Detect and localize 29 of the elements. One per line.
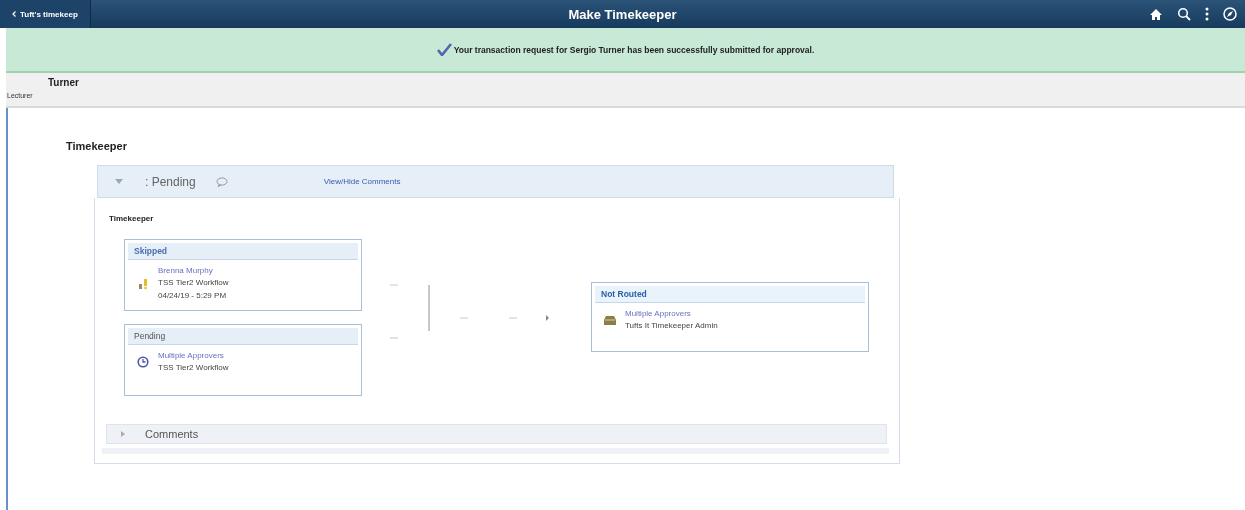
comment-icon: [215, 176, 228, 187]
more-icon[interactable]: [1205, 7, 1209, 21]
approval-label: Timekeeper: [109, 214, 155, 223]
checkmark-icon: [436, 43, 452, 56]
back-button[interactable]: Tuft's timekeep: [0, 0, 91, 28]
compass-icon[interactable]: [1223, 7, 1237, 21]
page-title: Make Timekeeper: [568, 6, 677, 22]
view-hide-comments-link[interactable]: View/Hide Comments: [323, 177, 401, 186]
person-name: Turner: [48, 77, 79, 88]
approver-link[interactable]: Multiple Approvers: [625, 308, 865, 319]
home-icon[interactable]: [1149, 7, 1163, 21]
inbox-icon: [604, 315, 616, 325]
approval-status: : Pending: [145, 174, 196, 189]
clock-icon: [137, 356, 149, 368]
approver-link[interactable]: Brenna Murphy: [158, 265, 358, 276]
comments-bar[interactable]: Comments: [106, 424, 887, 444]
search-icon[interactable]: [1177, 7, 1191, 21]
step-date: 04/24/19 - 5:29 PM: [158, 290, 228, 302]
section-title: Timekeeper: [66, 140, 127, 152]
back-chevron-icon: [12, 11, 16, 17]
workflow-name: TSS Tier2 Workflow: [158, 277, 230, 289]
step-status-header: Pending: [128, 328, 358, 345]
approver-link[interactable]: Multiple Approvers: [158, 350, 358, 361]
workflow-name: Tufts It Timekeeper Admin: [625, 320, 719, 332]
person-warning-icon: [137, 277, 149, 290]
success-message: Your transaction request for Sergio Turner has been successfully submitted for approval.: [453, 44, 815, 55]
step-status-header: Skipped: [128, 243, 358, 260]
step-status-header: Not Routed: [595, 286, 865, 303]
workflow-name: TSS Tier2 Workflow: [158, 362, 230, 374]
